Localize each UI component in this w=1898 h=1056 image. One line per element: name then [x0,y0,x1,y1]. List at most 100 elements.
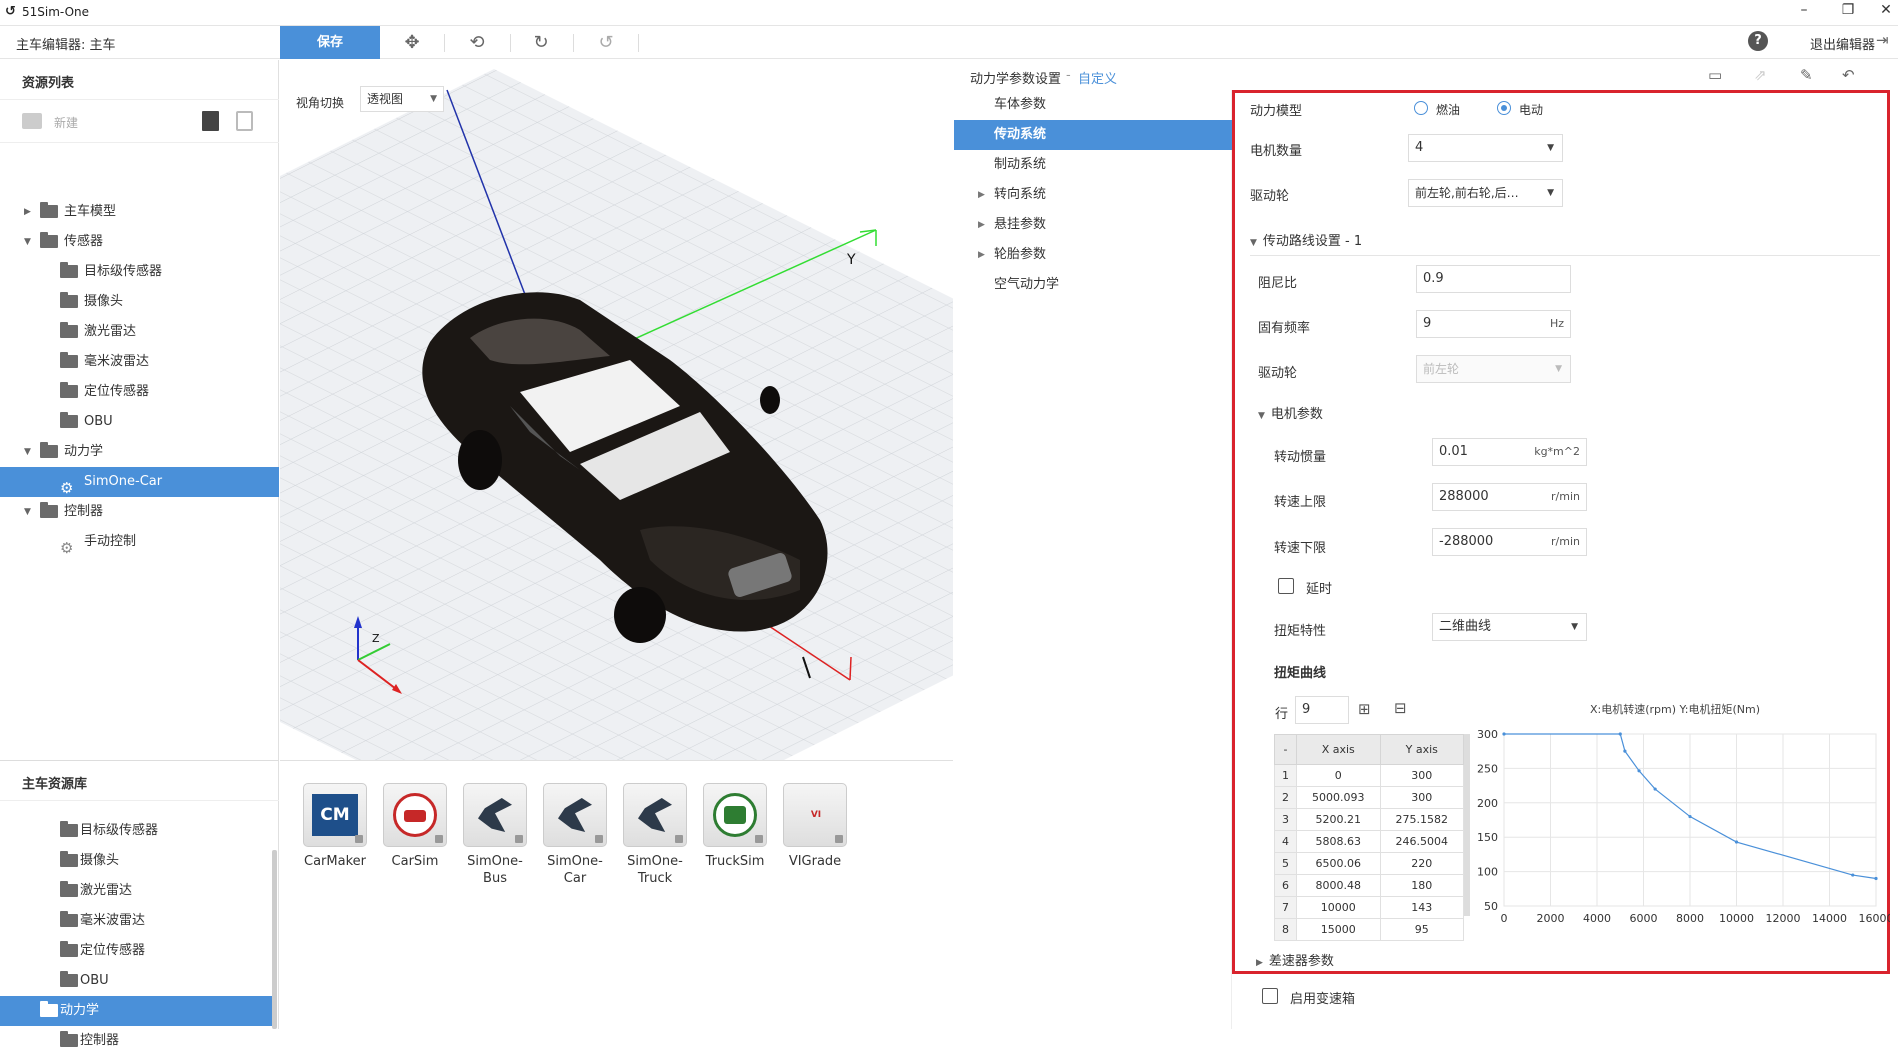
motor-params-section-header[interactable]: ▼ 电机参数 [1258,403,1323,422]
table-cell-x[interactable]: 5000.093 [1296,786,1381,809]
redo-rotate-icon[interactable]: ↻ [529,32,553,54]
table-add-icon[interactable]: ⊞ [1358,700,1371,718]
table-cell-x[interactable]: 0 [1296,764,1381,787]
natural-freq-input[interactable]: 9 Hz [1416,310,1571,338]
table-row[interactable]: 7 10000 143 [1274,896,1464,919]
power-fuel-radio[interactable] [1414,101,1428,115]
speed-min-input[interactable]: -288000 r/min [1432,528,1587,556]
table-cell-x[interactable]: 8000.48 [1296,874,1381,897]
tree-item[interactable]: ⚙ 手动控制 [0,527,279,557]
table-row[interactable]: 6 8000.48 180 [1274,874,1464,897]
caret-down-icon[interactable]: ▼ [24,227,31,257]
undo-icon[interactable]: ↶ [1842,66,1855,84]
help-icon[interactable]: ? [1748,31,1768,51]
copy-icon[interactable] [236,111,253,131]
minimize-button[interactable]: – [1792,2,1816,18]
tree-item[interactable]: ▼ 控制器 [0,497,279,527]
tree-item[interactable]: 定位传感器 [0,377,279,407]
tree-item[interactable]: ⚙ SimOne-Car [0,467,279,497]
tree-item[interactable]: 激光雷达 [0,317,279,347]
table-cell-x[interactable]: 5200.21 [1296,808,1381,831]
nav-item[interactable]: ▶ 悬挂参数 [954,210,1232,240]
nav-item[interactable]: 空气动力学 [954,270,1232,300]
save-button[interactable]: 保存 [280,26,380,59]
library-item[interactable]: 定位传感器 [0,936,272,966]
move-icon[interactable]: ✥ [400,32,424,54]
torque-curve-table[interactable]: - X axis Y axis 1 0 300 2 5000.093 300 3 5200.2… [1274,734,1464,941]
damping-input[interactable]: 0.9 [1416,265,1571,293]
table-cell-y[interactable]: 95 [1379,918,1464,941]
drive-wheel-select[interactable]: 前左轮,前右轮,后… ▼ [1408,179,1563,207]
view-mode-select[interactable]: 透视图 ▼ [360,86,444,112]
table-cell-y[interactable]: 300 [1379,786,1464,809]
delay-checkbox[interactable] [1278,578,1294,594]
dynamics-asset-tile[interactable]: CM CarMaker [303,783,367,870]
table-cell-y[interactable]: 180 [1379,874,1464,897]
library-item[interactable]: 目标级传感器 [0,816,272,846]
table-cell-y[interactable]: 246.5004 [1379,830,1464,853]
caret-down-icon[interactable]: ▼ [24,437,31,467]
exit-editor-button[interactable]: 退出编辑器 [1810,34,1875,53]
table-cell-y[interactable]: 275.1582 [1379,808,1464,831]
tree-item[interactable]: ▼ 动力学 [0,437,279,467]
tree-item[interactable]: 摄像头 [0,287,279,317]
dynamics-asset-tile[interactable]: SimOne- Truck [623,783,687,887]
rows-input[interactable]: 9 [1295,696,1349,724]
library-item[interactable]: OBU [0,966,272,996]
table-row[interactable]: 5 6500.06 220 [1274,852,1464,875]
inertia-input[interactable]: 0.01 kg*m^2 [1432,438,1587,466]
nav-item[interactable]: 制动系统 [954,150,1232,180]
table-row[interactable]: 4 5808.63 246.5004 [1274,830,1464,853]
library-item[interactable]: 摄像头 [0,846,272,876]
table-row[interactable]: 8 15000 95 [1274,918,1464,941]
nav-item[interactable]: ▶ 转向系统 [954,180,1232,210]
tree-item[interactable]: ▶ 主车模型 [0,197,279,227]
line-drive-wheel-select[interactable]: 前左轮 ▼ [1416,355,1571,383]
table-row[interactable]: 1 0 300 [1274,764,1464,787]
dynamics-asset-tile[interactable]: CarSim [383,783,447,870]
library-scrollbar[interactable] [272,850,277,1029]
undo-rotate-icon[interactable]: ↺ [594,32,618,54]
3d-viewport[interactable]: Y Z 视角切换 透视图 ▼ [280,60,953,760]
table-cell-y[interactable]: 300 [1379,764,1464,787]
dynamics-asset-tile[interactable]: SimOne- Bus [463,783,527,887]
power-electric-radio[interactable] [1497,101,1511,115]
table-cell-y[interactable]: 220 [1379,852,1464,875]
nav-item[interactable]: 车体参数 [954,90,1232,120]
caret-right-icon[interactable]: ▶ [24,197,31,227]
tree-item[interactable]: 毫米波雷达 [0,347,279,377]
table-cell-x[interactable]: 15000 [1296,918,1381,941]
gearbox-checkbox[interactable] [1262,988,1278,1004]
table-cell-x[interactable]: 6500.06 [1296,852,1381,875]
dynamics-asset-tile[interactable]: VI VIGrade [783,783,847,870]
nav-item[interactable]: ▶ 轮胎参数 [954,240,1232,270]
delete-icon[interactable] [202,111,219,131]
dynamics-asset-tile[interactable]: SimOne- Car [543,783,607,887]
speed-max-input[interactable]: 288000 r/min [1432,483,1587,511]
table-cell-y[interactable]: 143 [1379,896,1464,919]
table-row[interactable]: 3 5200.21 275.1582 [1274,808,1464,831]
tree-item[interactable]: ▼ 传感器 [0,227,279,257]
tree-item[interactable]: 目标级传感器 [0,257,279,287]
motor-count-select[interactable]: 4 ▼ [1408,134,1563,162]
caret-down-icon[interactable]: ▼ [24,497,31,527]
library-item[interactable]: 毫米波雷达 [0,906,272,936]
nav-item[interactable]: 传动系统 [954,120,1232,150]
tree-item[interactable]: OBU [0,407,279,437]
table-cell-x[interactable]: 5808.63 [1296,830,1381,853]
library-item[interactable]: 动力学 [0,996,272,1026]
export-icon[interactable]: ⇗ [1754,66,1767,84]
restore-button[interactable]: ❐ [1836,2,1860,18]
driveline-section-header[interactable]: ▼ 传动路线设置 - 1 [1250,230,1362,249]
new-button[interactable]: 新建 [54,114,78,131]
library-item[interactable]: 控制器 [0,1026,272,1056]
torque-char-select[interactable]: 二维曲线 ▼ [1432,613,1587,641]
new-folder-icon[interactable] [22,113,42,129]
edit-icon[interactable]: ✎ [1800,66,1813,84]
rotate-view-icon[interactable]: ⟲ [465,32,489,54]
differential-section-header[interactable]: ▶ 差速器参数 [1256,950,1334,969]
dynamics-asset-tile[interactable]: TruckSim [703,783,767,870]
library-item[interactable]: 激光雷达 [0,876,272,906]
table-edit-icon[interactable]: ⊟ [1394,699,1407,717]
table-cell-x[interactable]: 10000 [1296,896,1381,919]
